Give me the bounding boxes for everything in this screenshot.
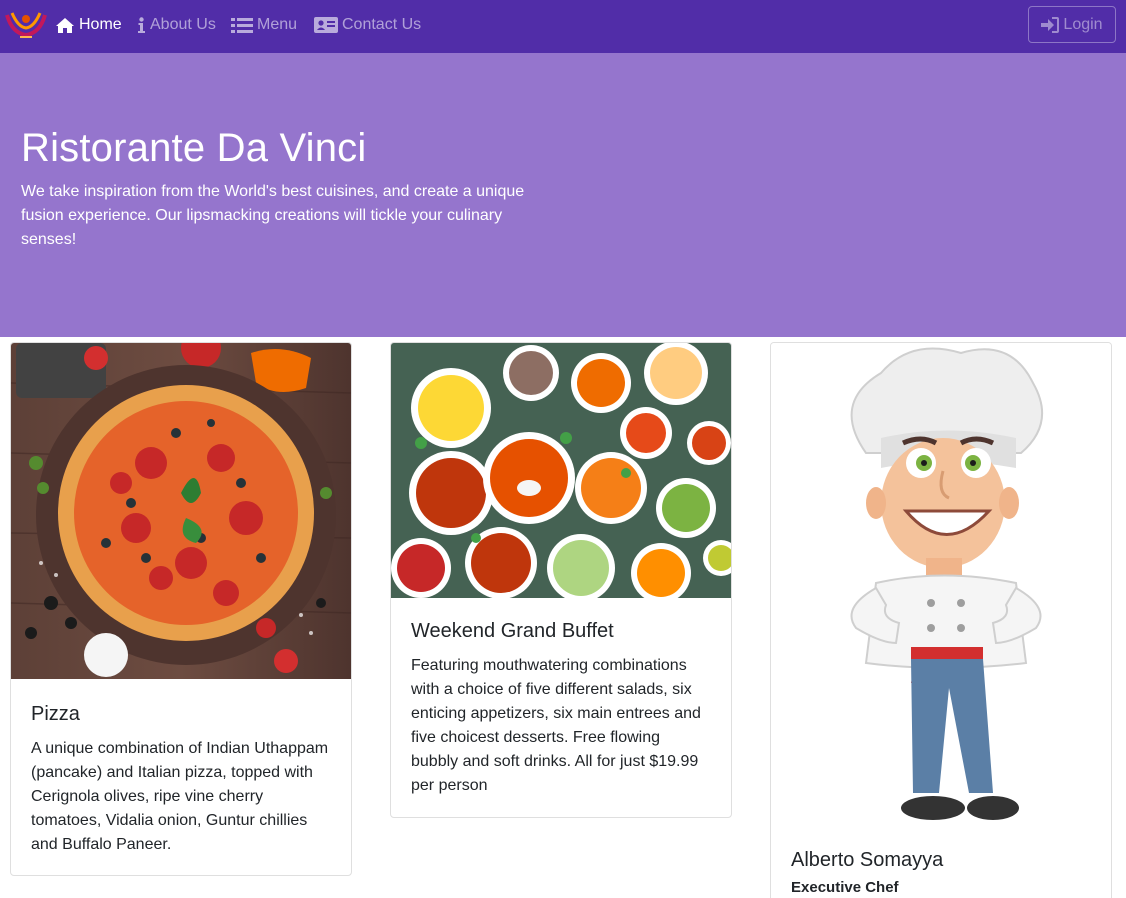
dish-description-pizza: A unique combination of Indian Uthappam … (31, 740, 329, 853)
info-icon (138, 16, 145, 33)
hero-text: We take inspiration from the World's bes… (21, 183, 525, 248)
chef-image (771, 343, 1111, 833)
navbar: Home About Us Menu Contact Us Login (0, 0, 1126, 53)
nav-home-label: Home (79, 16, 122, 33)
home-icon (56, 17, 74, 33)
pizza-image (11, 343, 351, 679)
restaurant-logo[interactable] (4, 7, 48, 41)
login-label: Login (1063, 15, 1103, 33)
nav-contact[interactable]: Contact Us (314, 13, 421, 37)
dish-title-pizza: Pizza (31, 703, 80, 725)
login-button[interactable]: Login (1028, 6, 1116, 43)
nav-about[interactable]: About Us (137, 13, 216, 37)
hero-banner: Ristorante Da Vinci We take inspiration … (0, 53, 1126, 337)
nav-about-label: About Us (150, 16, 216, 33)
list-icon (231, 17, 253, 33)
nav-menu[interactable]: Menu (231, 13, 297, 37)
address-card-icon (314, 17, 338, 33)
nav-menu-label: Menu (257, 16, 298, 33)
dish-card-pizza[interactable]: Pizza A unique combination of Indian Uth… (10, 342, 352, 876)
sign-in-icon (1041, 16, 1060, 33)
chef-role: Executive Chef (791, 879, 899, 896)
hero-title: Ristorante Da Vinci (21, 126, 367, 170)
chef-name: Alberto Somayya (791, 849, 944, 871)
chef-card[interactable]: Alberto Somayya Executive Chef (770, 342, 1112, 898)
nav-home[interactable]: Home (55, 13, 122, 37)
buffet-image (391, 343, 731, 598)
dish-description-buffet: Featuring mouthwatering combinations wit… (411, 657, 701, 794)
nav-contact-label: Contact Us (342, 16, 422, 33)
dish-title-buffet: Weekend Grand Buffet (411, 620, 614, 642)
dish-card-buffet[interactable]: Weekend Grand Buffet Featuring mouthwate… (390, 342, 732, 818)
